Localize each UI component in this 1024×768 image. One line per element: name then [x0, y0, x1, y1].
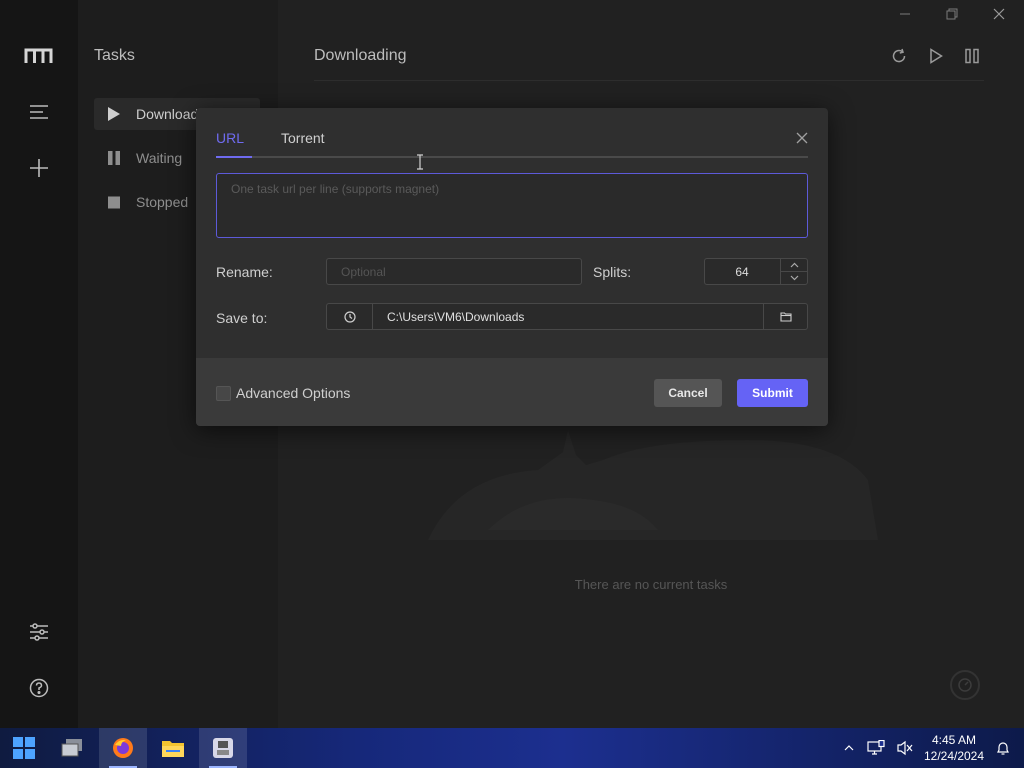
clock-date: 12/24/2024 [923, 749, 985, 763]
history-clock-icon[interactable] [327, 304, 373, 329]
splits-stepper[interactable]: 64 [704, 258, 808, 285]
text-cursor-icon [417, 154, 423, 170]
dialog-tabs: URL Torrent [216, 130, 808, 158]
help-icon[interactable] [24, 673, 54, 703]
icon-rail [0, 0, 78, 728]
file-explorer-icon[interactable] [149, 728, 197, 768]
splits-label: Splits: [593, 264, 632, 280]
save-path-input[interactable]: C:\Users\VM6\Downloads [387, 310, 524, 324]
maximize-icon[interactable] [942, 4, 962, 24]
firefox-icon[interactable] [99, 728, 147, 768]
speedometer-icon[interactable] [950, 670, 980, 700]
empty-state-text: There are no current tasks [574, 577, 728, 592]
advanced-options-checkbox[interactable] [216, 386, 231, 401]
splits-value[interactable]: 64 [705, 265, 779, 279]
pause-all-icon[interactable] [962, 46, 982, 66]
empty-state-illustration [428, 430, 878, 540]
minimize-icon[interactable] [895, 4, 915, 24]
cancel-button[interactable]: Cancel [654, 379, 722, 407]
refresh-icon[interactable] [889, 46, 909, 66]
tab-torrent[interactable]: Torrent [281, 130, 325, 146]
taskbar: 4:45 AM 12/24/2024 [0, 728, 1024, 768]
sidebar-title: Tasks [94, 47, 135, 64]
network-icon[interactable] [866, 738, 886, 758]
submit-button[interactable]: Submit [737, 379, 808, 407]
app-logo-icon[interactable] [24, 41, 54, 71]
volume-muted-icon[interactable] [895, 738, 915, 758]
sidebar-item-label: Stopped [136, 194, 189, 210]
close-icon[interactable] [794, 130, 810, 146]
rename-label: Rename: [216, 264, 273, 280]
chevron-up-icon[interactable] [781, 259, 807, 272]
clock-time: 4:45 AM [931, 733, 977, 747]
menu-icon[interactable] [24, 97, 54, 127]
tab-url[interactable]: URL [216, 130, 244, 146]
close-window-icon[interactable] [989, 4, 1009, 24]
motrix-app-icon[interactable] [199, 728, 247, 768]
advanced-options-label[interactable]: Advanced Options [236, 385, 350, 401]
chevron-up-icon[interactable] [839, 738, 859, 758]
rename-input[interactable] [326, 258, 582, 285]
notification-bell-icon[interactable] [993, 738, 1013, 758]
preferences-icon[interactable] [24, 617, 54, 647]
taskbar-clock[interactable]: 4:45 AM 12/24/2024 [916, 732, 992, 764]
play-icon [108, 107, 120, 121]
tab-active-indicator [216, 156, 252, 158]
url-input[interactable] [216, 173, 808, 238]
stepper-arrows [780, 259, 807, 284]
chevron-down-icon[interactable] [781, 272, 807, 284]
add-task-dialog: URL Torrent Rename: Splits: 64 Save to: … [196, 108, 828, 426]
windows-start-icon[interactable] [0, 728, 48, 768]
add-task-icon[interactable] [24, 153, 54, 183]
task-view-icon[interactable] [48, 728, 96, 768]
page-title: Downloading [314, 47, 407, 64]
pause-icon [108, 151, 120, 165]
save-path-field: C:\Users\VM6\Downloads [326, 303, 808, 330]
sidebar-item-label: Waiting [136, 150, 183, 166]
dialog-footer: Advanced Options Cancel Submit [196, 358, 828, 426]
save-to-label: Save to: [216, 310, 268, 326]
tab-divider [216, 156, 808, 158]
folder-icon[interactable] [763, 304, 807, 329]
header-divider [314, 80, 984, 81]
resume-all-icon[interactable] [926, 46, 946, 66]
stop-icon [108, 195, 120, 209]
